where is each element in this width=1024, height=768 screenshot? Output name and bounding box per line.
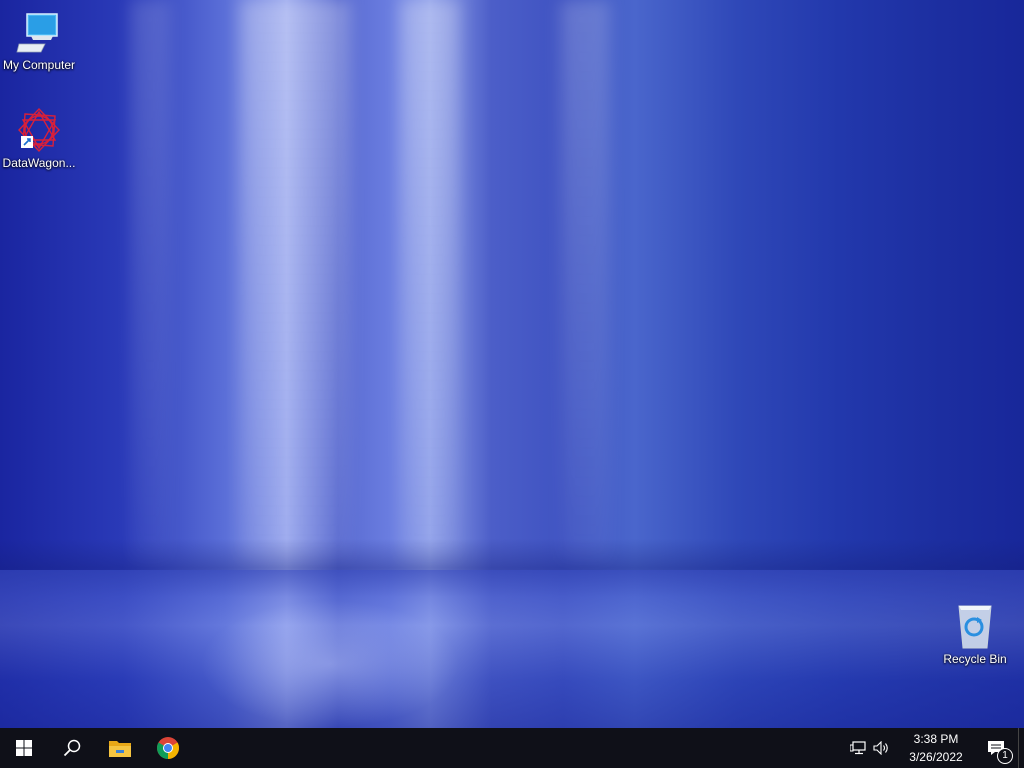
datawagon-label: DataWagon... [2, 156, 76, 170]
recycle-bin-shortcut[interactable]: Recycle Bin [936, 602, 1014, 666]
clock-date: 3/26/2022 [909, 750, 963, 764]
start-button[interactable] [0, 728, 48, 768]
clock[interactable]: 3:38 PM 3/26/2022 [898, 730, 974, 766]
datawagon-icon [15, 106, 63, 154]
notification-count-badge: 1 [997, 748, 1013, 764]
search-button[interactable] [48, 728, 96, 768]
system-tray: 3:38 PM 3/26/2022 1 [846, 728, 1024, 768]
show-desktop-button[interactable] [1018, 728, 1024, 768]
network-button[interactable] [846, 728, 870, 768]
my-computer-shortcut[interactable]: My Computer [0, 8, 78, 72]
file-explorer-icon [109, 741, 131, 757]
search-icon [63, 739, 81, 757]
recycle-bin-icon [951, 602, 999, 650]
start-icon [16, 740, 32, 756]
network-icon [850, 741, 866, 755]
recycle-bin-label: Recycle Bin [943, 652, 1007, 666]
chrome-button[interactable] [144, 728, 192, 768]
desktop[interactable]: My Computer DataWagon... Recycle Bin [0, 0, 1024, 728]
clock-time: 3:38 PM [913, 732, 959, 746]
my-computer-label: My Computer [2, 58, 76, 72]
volume-button[interactable] [870, 728, 894, 768]
datawagon-shortcut[interactable]: DataWagon... [0, 106, 78, 170]
volume-icon [873, 741, 888, 755]
chrome-icon [157, 737, 179, 759]
taskbar: 3:38 PM 3/26/2022 1 [0, 728, 1024, 768]
file-explorer-button[interactable] [96, 728, 144, 768]
my-computer-icon [15, 8, 63, 56]
action-center-button[interactable]: 1 [974, 728, 1018, 768]
